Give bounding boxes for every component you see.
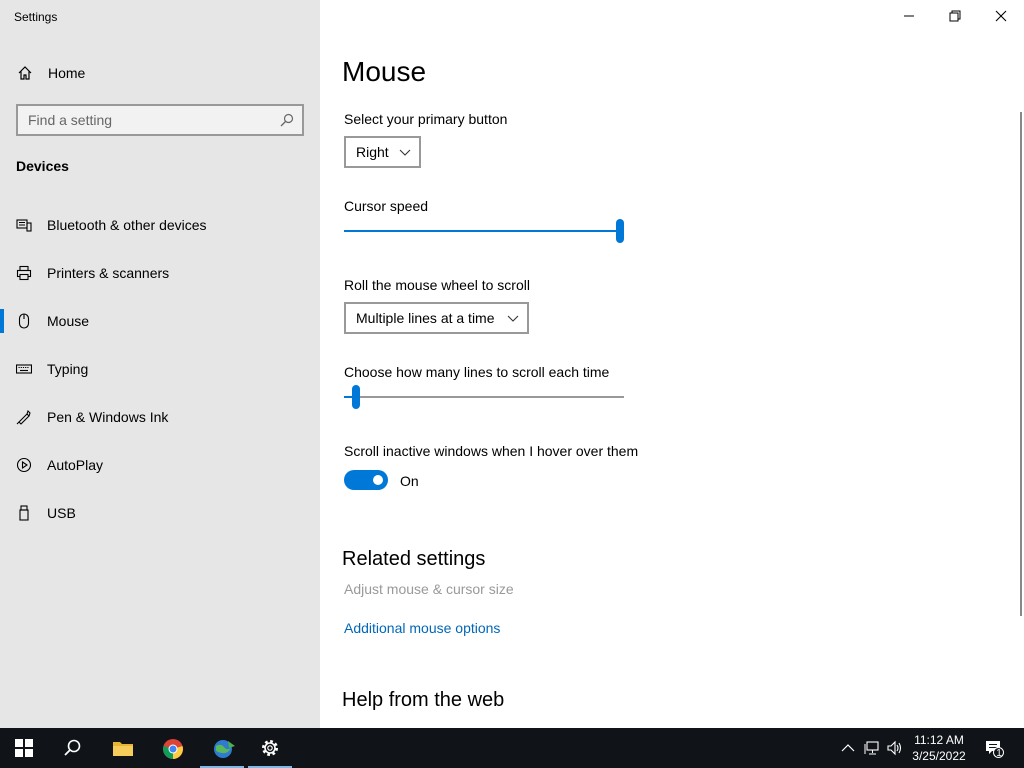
- primary-button-value: Right: [356, 144, 389, 160]
- slider-rest: [360, 396, 624, 398]
- sidebar-item-label: AutoPlay: [47, 457, 104, 473]
- chevron-up-icon[interactable]: [840, 740, 856, 756]
- file-explorer-button[interactable]: [98, 728, 146, 768]
- chevron-down-icon: [399, 149, 411, 156]
- network-icon[interactable]: [864, 740, 880, 756]
- sidebar-item-usb[interactable]: USB: [0, 493, 320, 533]
- toggle-knob: [373, 475, 383, 485]
- start-button[interactable]: [0, 728, 48, 768]
- toggle-state-label: On: [400, 473, 419, 489]
- additional-mouse-options-link[interactable]: Additional mouse options: [344, 620, 500, 636]
- lines-scroll-label: Choose how many lines to scroll each tim…: [344, 364, 610, 380]
- search-icon[interactable]: [280, 113, 294, 127]
- slider-fill: [344, 396, 352, 398]
- sidebar-item-label: Pen & Windows Ink: [47, 409, 169, 425]
- clock-time: 11:12 AM: [914, 733, 964, 747]
- adjust-cursor-size-link: Adjust mouse & cursor size: [344, 581, 514, 597]
- search-taskbar-button[interactable]: [48, 728, 96, 768]
- slider-thumb[interactable]: [616, 219, 624, 243]
- sidebar-item-label: USB: [47, 505, 76, 521]
- cursor-speed-slider[interactable]: [344, 219, 624, 243]
- primary-button-label: Select your primary button: [344, 111, 508, 127]
- wheel-scroll-label: Roll the mouse wheel to scroll: [344, 277, 530, 293]
- chrome-icon: [163, 739, 183, 759]
- sidebar-item-label: Typing: [47, 361, 89, 377]
- active-indicator: [0, 309, 4, 333]
- cursor-speed-label: Cursor speed: [344, 198, 429, 214]
- autoplay-icon: [16, 457, 32, 473]
- clock[interactable]: 11:12 AM 3/25/2022: [904, 732, 974, 764]
- main-content: Mouse Select your primary button Right C…: [320, 0, 1024, 728]
- keyboard-icon: [16, 364, 32, 374]
- sidebar: Settings Home Devices Bluetooth & other …: [0, 0, 320, 728]
- home-icon: [18, 66, 32, 80]
- section-title: Devices: [16, 158, 69, 174]
- folder-icon: [113, 742, 133, 756]
- slider-thumb[interactable]: [352, 385, 360, 409]
- search-box[interactable]: [16, 104, 304, 136]
- primary-button-dropdown[interactable]: Right: [344, 136, 421, 168]
- pen-icon: [16, 409, 31, 425]
- gear-icon: [262, 740, 278, 756]
- related-settings-title: Related settings: [342, 548, 486, 570]
- globe-download-icon: [214, 740, 235, 758]
- inactive-scroll-toggle[interactable]: [344, 470, 388, 490]
- taskbar: 1: [0, 728, 1024, 768]
- lines-scroll-slider[interactable]: [344, 385, 624, 409]
- sidebar-item-pen[interactable]: Pen & Windows Ink: [0, 397, 320, 437]
- sidebar-item-bluetooth[interactable]: Bluetooth & other devices: [0, 205, 320, 245]
- minimize-button[interactable]: [886, 0, 932, 32]
- page-title: Mouse: [342, 56, 427, 87]
- minimize-icon: [904, 15, 914, 17]
- sidebar-item-label: Bluetooth & other devices: [47, 217, 207, 233]
- home-nav-item[interactable]: Home: [0, 56, 320, 90]
- bluetooth-devices-icon: [16, 219, 32, 232]
- windows-logo-icon: [15, 739, 33, 757]
- search-input[interactable]: [18, 106, 302, 134]
- slider-fill: [344, 230, 616, 232]
- sidebar-item-label: Printers & scanners: [47, 265, 170, 281]
- printer-icon: [16, 265, 32, 281]
- sidebar-item-mouse[interactable]: Mouse: [0, 301, 320, 341]
- volume-icon[interactable]: [886, 740, 902, 756]
- sidebar-item-autoplay[interactable]: AutoPlay: [0, 445, 320, 485]
- scrollbar[interactable]: [1020, 112, 1022, 616]
- restore-icon: [949, 10, 961, 22]
- mouse-icon: [18, 313, 30, 329]
- close-icon: [995, 10, 1007, 22]
- help-title: Help from the web: [342, 689, 505, 711]
- home-label: Home: [48, 65, 86, 81]
- close-button[interactable]: [978, 0, 1024, 32]
- wheel-scroll-dropdown[interactable]: Multiple lines at a time: [344, 302, 529, 334]
- sidebar-item-label: Mouse: [47, 313, 90, 329]
- clock-date: 3/25/2022: [912, 749, 966, 763]
- notification-count: 1: [996, 748, 1002, 759]
- search-icon: [64, 739, 81, 756]
- restore-button[interactable]: [932, 0, 978, 32]
- usb-icon: [19, 505, 29, 521]
- chrome-button[interactable]: [148, 728, 196, 768]
- download-manager-button[interactable]: [198, 728, 246, 768]
- chevron-down-icon: [507, 315, 519, 322]
- app-title: Settings: [14, 10, 58, 24]
- sidebar-item-typing[interactable]: Typing: [0, 349, 320, 389]
- settings-taskbar-button[interactable]: [246, 728, 294, 768]
- sidebar-item-printers[interactable]: Printers & scanners: [0, 253, 320, 293]
- inactive-scroll-label: Scroll inactive windows when I hover ove…: [344, 443, 639, 459]
- wheel-scroll-value: Multiple lines at a time: [356, 310, 495, 326]
